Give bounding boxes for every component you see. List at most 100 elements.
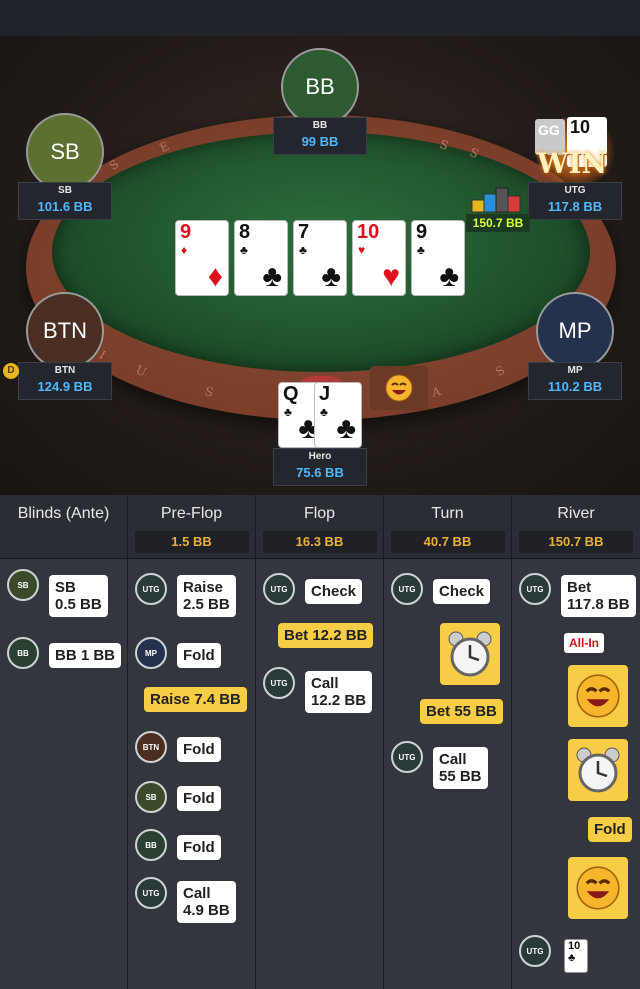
all-in-badge: All-In (564, 633, 604, 653)
action-line: SB (55, 579, 76, 596)
action-line: Check (311, 583, 357, 600)
seat-sb-plate: SB 101.6 BB (18, 182, 112, 220)
laughing-face-icon (576, 866, 620, 910)
action-amount: 117.8 BB (567, 596, 630, 613)
pot-amount: 150.7 BB (466, 214, 530, 232)
action-line: Fold (183, 790, 215, 807)
utg-win-badge: GG 10 WIN (533, 117, 617, 185)
emote-button[interactable] (370, 366, 428, 410)
card-suit-icon: ♣ (321, 260, 341, 293)
seat-position: MP (567, 365, 583, 376)
action-line: Check (439, 583, 485, 600)
seat-stack: 75.6 BB (296, 465, 344, 480)
action-line: Bet (567, 579, 592, 596)
column-pot: 150.7 BB (519, 531, 633, 553)
player-chip-bb: BB (7, 637, 39, 669)
board-card: 8 ♣ ♣ (234, 220, 288, 296)
hero-emote-alarm-clock (440, 623, 500, 685)
card-suit-icon: ♣ (439, 260, 459, 293)
history-column-turn: Turn 40.7 BB UTG Check Bet 55 BB UTG Cal… (384, 495, 512, 989)
club-suit-icon: ♣ (568, 952, 576, 964)
card-rank: 9 (180, 221, 192, 243)
card-rank: 10 (568, 940, 581, 952)
action-bubble: Call 4.9 BB (177, 881, 236, 923)
action-bubble: Fold (177, 835, 221, 860)
seat-stack: 99 BB (301, 134, 339, 149)
card-rank: 8 (239, 221, 251, 243)
card-suit-icon: ♣ (262, 260, 282, 293)
seat-position: SB (58, 185, 72, 196)
hand-history-panel: Blinds (Ante) SB SB 0.5 BB BB BB 1 BB Pr… (0, 495, 640, 989)
column-body: UTG Check Bet 12.2 BB UTG Call 12.2 BB (256, 559, 383, 989)
column-header: River 150.7 BB (512, 495, 640, 559)
dealer-button: D (3, 363, 19, 379)
column-body: UTG Bet 117.8 BB All-In Fold UTG 10 ♣ (512, 559, 640, 989)
seat-btn-avatar[interactable]: BTN (26, 292, 104, 370)
action-bubble: Fold (177, 643, 221, 668)
card-rank: 9 (416, 221, 428, 243)
column-title: River (557, 505, 595, 522)
action-bubble: BB 1 BB (49, 643, 122, 668)
action-bubble: Fold (177, 737, 221, 762)
action-amount: 12.2 BB (311, 692, 367, 709)
laughing-face-icon (576, 674, 620, 718)
action-bubble: Call 12.2 BB (305, 671, 373, 713)
card-suit-icon: ♥ (382, 260, 400, 293)
seat-hero-plate: Hero 75.6 BB (273, 448, 367, 486)
board-card: 7 ♣ ♣ (293, 220, 347, 296)
action-bubble: Check (433, 579, 491, 604)
column-header: Flop 16.3 BB (256, 495, 383, 559)
player-chip-sb: SB (7, 569, 39, 601)
action-bubble: SB 0.5 BB (49, 575, 108, 617)
column-header: Blinds (Ante) (0, 495, 127, 559)
column-body: SB SB 0.5 BB BB BB 1 BB (0, 559, 127, 989)
hero-action-bubble: Bet 55 BB (420, 699, 503, 724)
card-suit-small: ♣ (320, 405, 328, 419)
column-pot: 16.3 BB (262, 531, 377, 553)
board-card: 10 ♥ ♥ (352, 220, 406, 296)
player-chip-mp: MP (135, 637, 167, 669)
player-chip-btn: BTN (135, 731, 167, 763)
column-pot: 1.5 BB (134, 531, 249, 553)
hero-emote-laughing (568, 857, 628, 919)
seat-position: BTN (54, 365, 76, 376)
seat-sb-avatar[interactable]: SB (26, 113, 104, 191)
pot-chips-icon (471, 187, 521, 213)
action-bubble: Raise 2.5 BB (177, 575, 236, 617)
card-suit-small: ♣ (284, 405, 292, 419)
history-column-flop: Flop 16.3 BB UTG Check Bet 12.2 BB UTG C… (256, 495, 384, 989)
seat-mp-plate: MP 110.2 BB (528, 362, 622, 400)
player-chip-utg: UTG (263, 667, 295, 699)
player-chip-utg: UTG (391, 741, 423, 773)
board-card: 9 ♣ ♣ (411, 220, 465, 296)
seat-stack: 117.8 BB (547, 199, 603, 214)
player-chip-utg: UTG (135, 877, 167, 909)
column-body: UTG Check Bet 55 BB UTG Call 55 BB (384, 559, 511, 989)
seat-stack: 101.6 BB (37, 199, 93, 214)
action-line: Fold (183, 839, 215, 856)
seat-position: Hero (308, 451, 332, 462)
player-chip-utg: UTG (519, 573, 551, 605)
history-column-river: River 150.7 BB UTG Bet 117.8 BB All-In F… (512, 495, 640, 989)
hero-emote-alarm-clock (568, 739, 628, 801)
action-bubble: Fold (177, 786, 221, 811)
card-suit-icon: ♦ (207, 260, 223, 293)
column-pot: 40.7 BB (390, 531, 505, 553)
card-suit-small: ♦ (181, 243, 188, 257)
player-chip-utg: UTG (391, 573, 423, 605)
player-chip-sb: SB (135, 781, 167, 813)
history-column-blinds: Blinds (Ante) SB SB 0.5 BB BB BB 1 BB (0, 495, 128, 989)
action-amount: 0.5 BB (55, 596, 102, 613)
alarm-clock-icon (576, 747, 620, 793)
action-bubble: Call 55 BB (433, 747, 488, 789)
action-amount: 4.9 BB (183, 902, 230, 919)
seat-bb-avatar[interactable]: BB (281, 48, 359, 126)
seat-bb-plate: BB 99 BB (273, 117, 367, 155)
history-column-preflop: Pre-Flop 1.5 BB UTG Raise 2.5 BB MP Fold… (128, 495, 256, 989)
card-rank: 7 (298, 221, 310, 243)
card-suit-icon: ♣ (336, 412, 356, 445)
seat-mp-avatar[interactable]: MP (536, 292, 614, 370)
card-rank: 10 (357, 221, 380, 243)
column-title: Turn (431, 505, 464, 522)
hero-card: J ♣ ♣ (314, 382, 362, 448)
